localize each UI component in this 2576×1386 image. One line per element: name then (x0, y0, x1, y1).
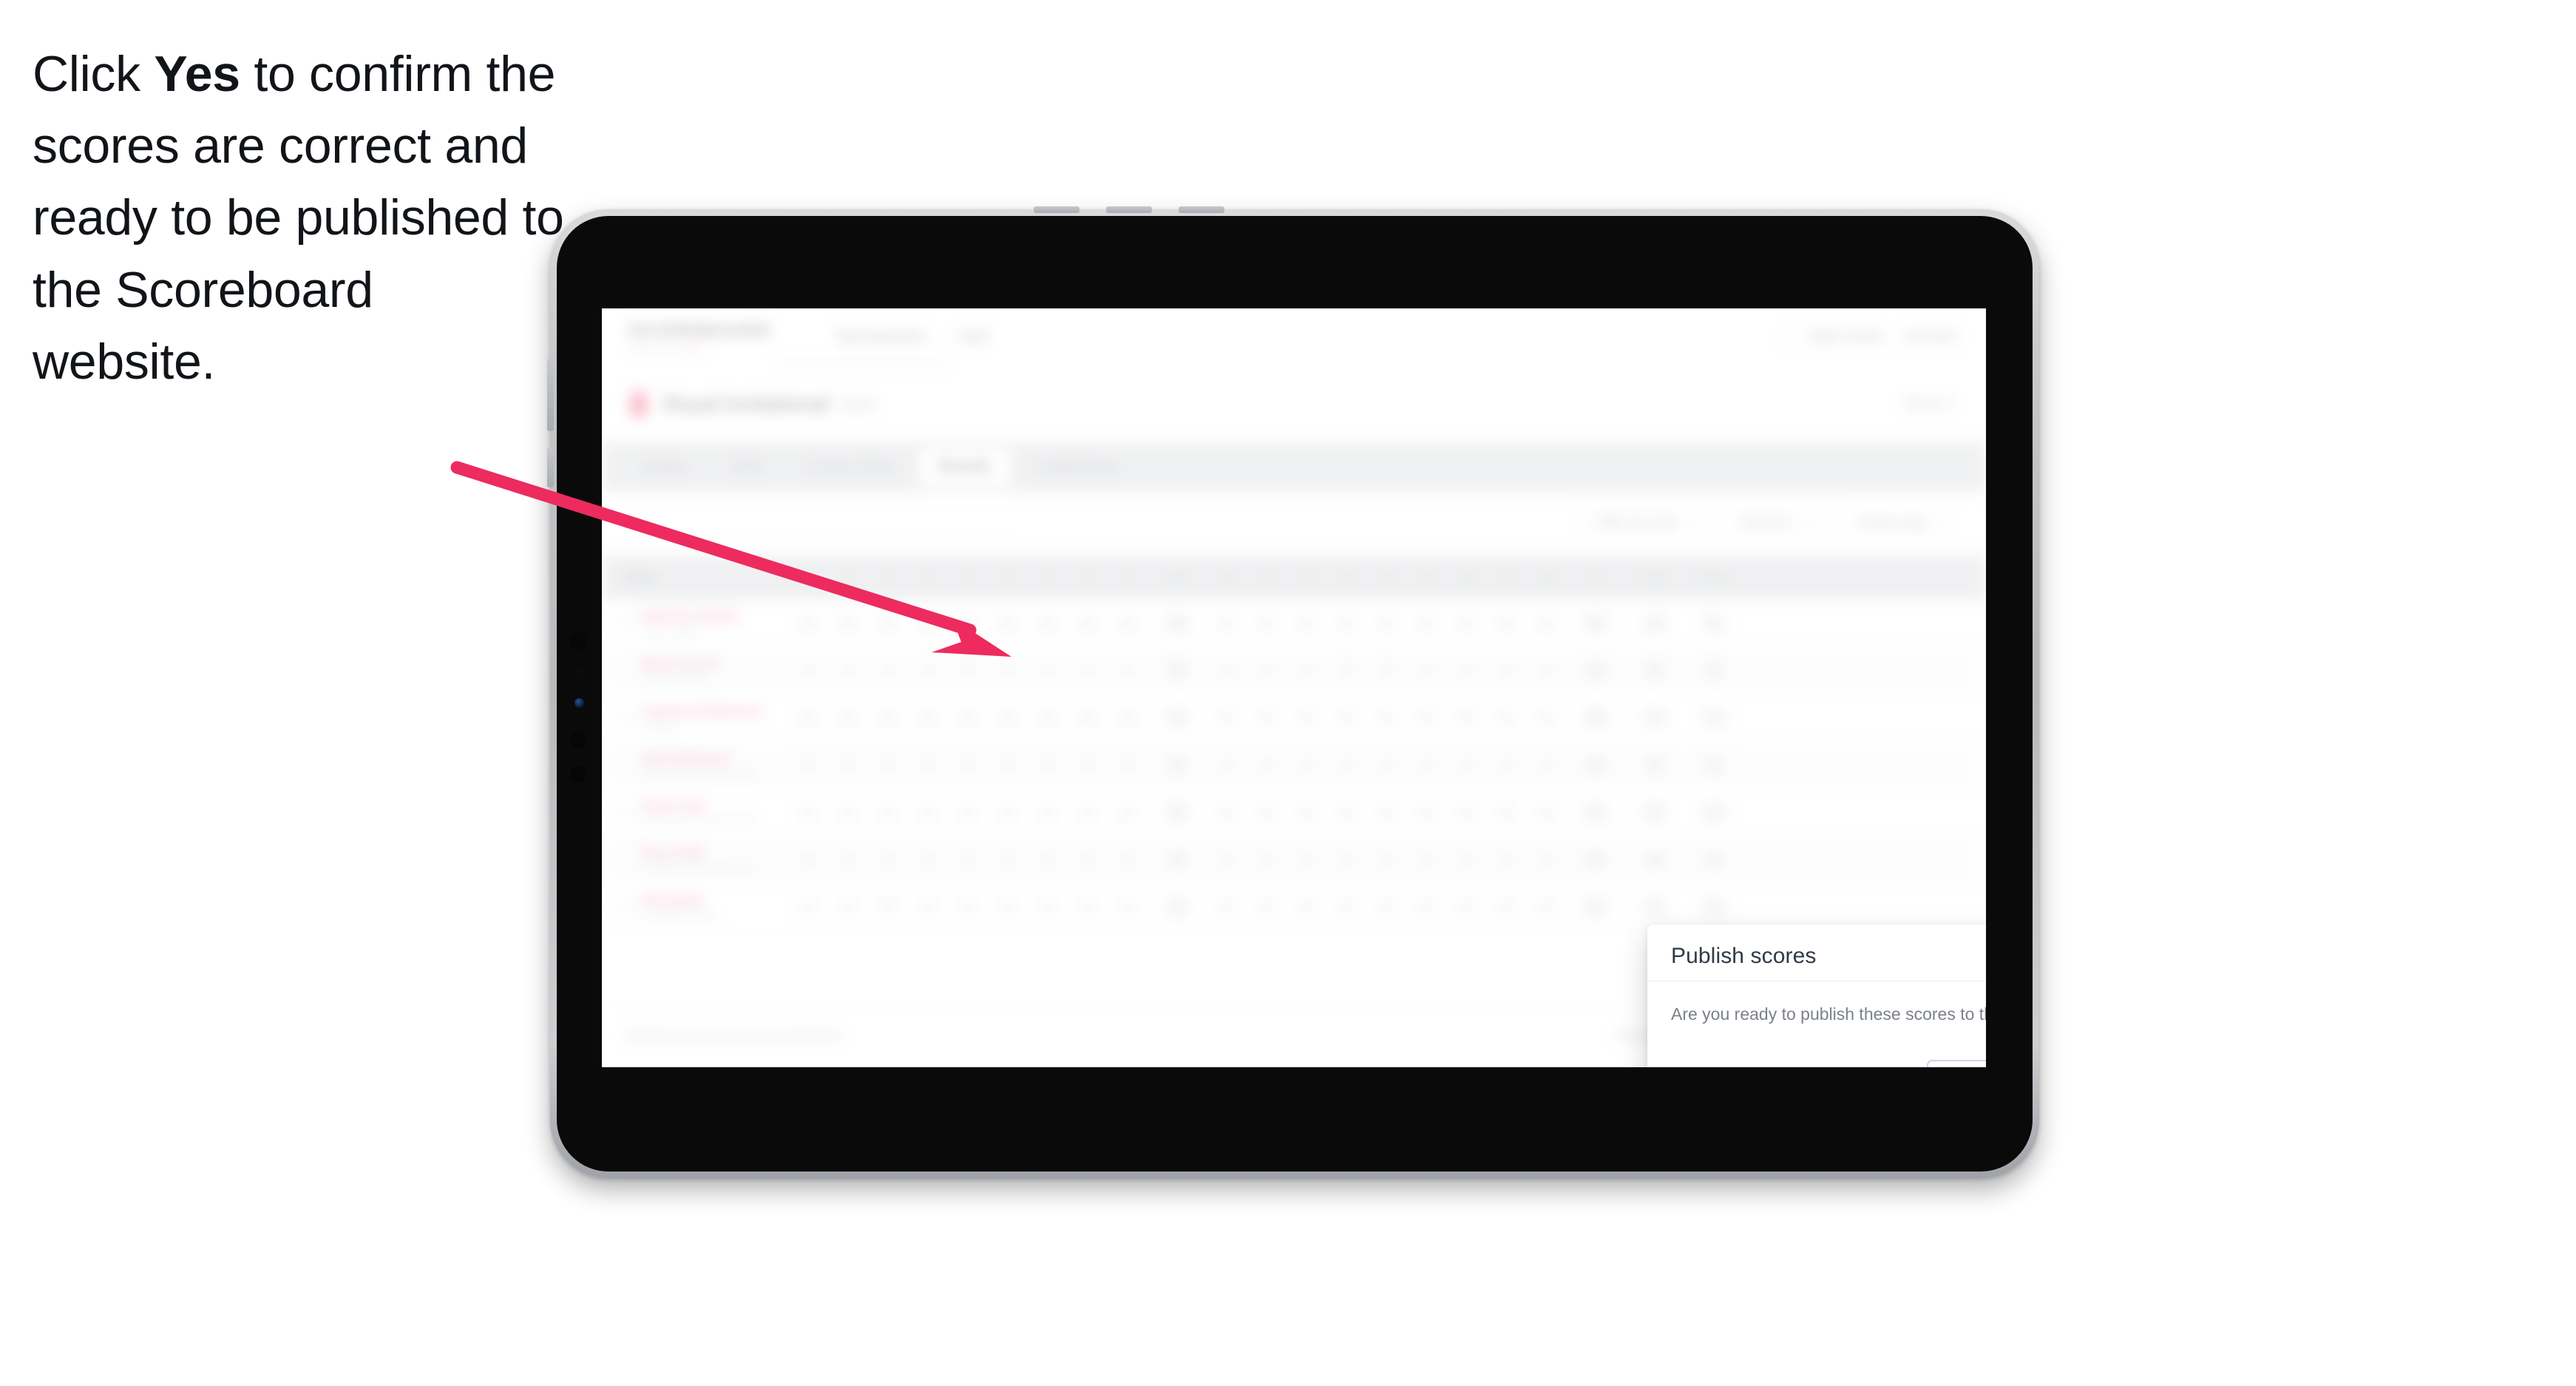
sensor-dot-icon (576, 669, 581, 674)
cancel-button[interactable]: Cancel (1927, 1060, 1986, 1067)
app-screen: SCOREBOARD powered by golf Tournaments G… (602, 308, 1986, 1067)
device-button-power[interactable] (547, 447, 554, 487)
instruction-caption: Click Yes to confirm the scores are corr… (33, 38, 565, 398)
device-bezel: SCOREBOARD powered by golf Tournaments G… (557, 216, 2033, 1172)
caption-before: Click (33, 46, 155, 102)
dialog-footer: Cancel Yes (1647, 1026, 1986, 1067)
front-camera-icon (574, 698, 584, 708)
caption-bold-yes: Yes (154, 46, 240, 102)
dialog-title: Publish scores (1671, 944, 1817, 968)
device-button-top-3[interactable] (1179, 206, 1224, 213)
device-button-volume[interactable] (547, 359, 554, 431)
dialog-header: Publish scores (1647, 924, 1986, 981)
tablet-device: SCOREBOARD powered by golf Tournaments G… (547, 206, 2039, 1178)
device-button-top-2[interactable] (1106, 206, 1152, 213)
publish-scores-dialog: Publish scores Are you ready to publish … (1647, 924, 1986, 1067)
sensor-lens2-icon (570, 766, 586, 782)
camera-icon (570, 632, 586, 651)
device-button-top-1[interactable] (1034, 206, 1079, 213)
sensor-lens-icon (570, 732, 586, 748)
dialog-message: Are you ready to publish these scores to… (1671, 1004, 1986, 1024)
